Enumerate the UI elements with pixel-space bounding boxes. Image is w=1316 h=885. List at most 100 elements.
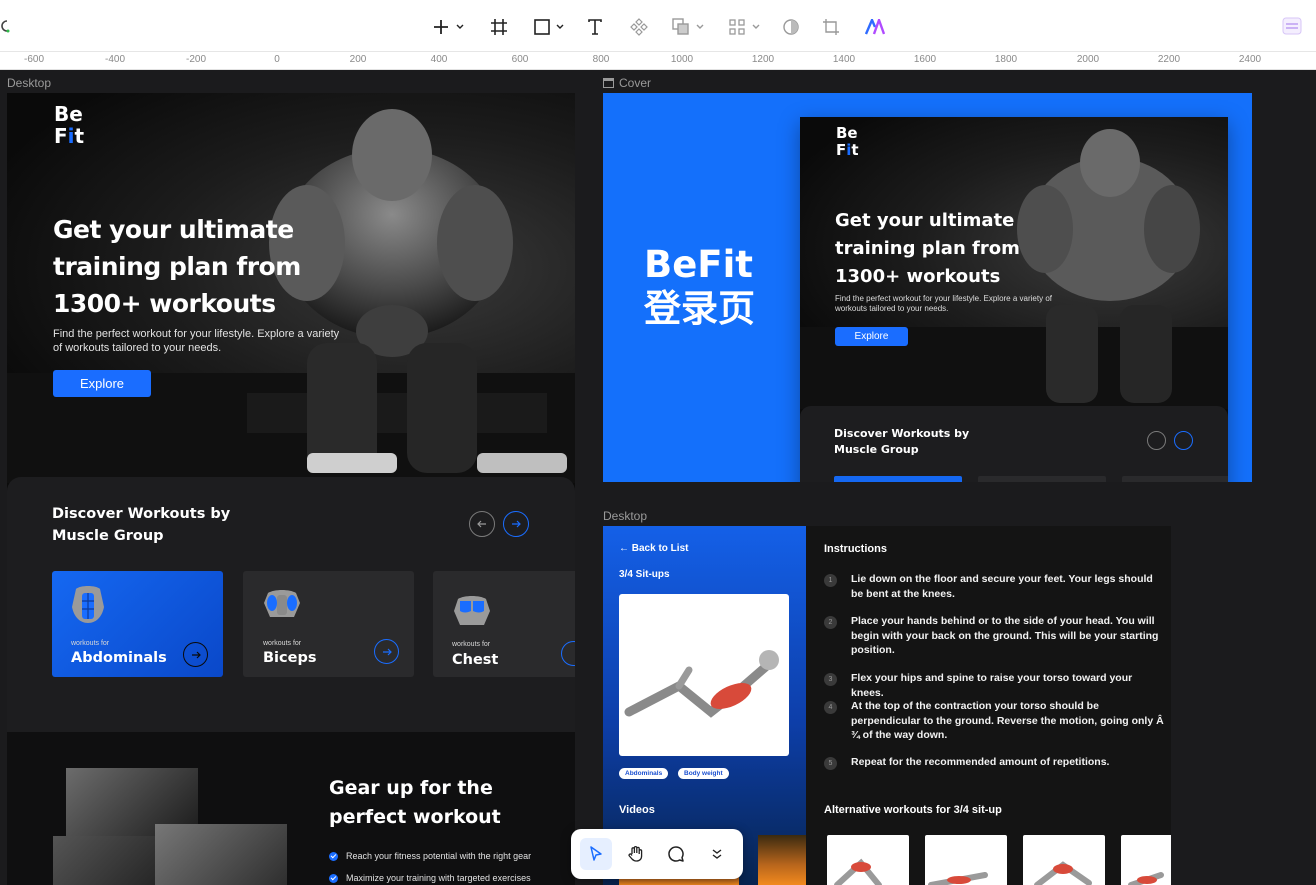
ruler-tick: 1000 (670, 54, 694, 65)
hero-subtitle: Find the perfect workout for your lifest… (53, 328, 340, 354)
shape-tool-button[interactable] (530, 14, 568, 40)
hero-section: Be Fit Get your ultimate training plan f… (7, 93, 575, 483)
crop-tool-button[interactable] (820, 14, 842, 40)
muscle-card-chest[interactable]: workouts for Chest (433, 571, 575, 677)
arrow-right-icon[interactable] (561, 641, 575, 666)
abs-muscle-icon (72, 586, 104, 623)
ruler-tick: 800 (592, 54, 610, 65)
ruler-tick: -200 (185, 54, 207, 65)
more-tools-button[interactable] (701, 838, 733, 870)
collapse-icon[interactable] (0, 18, 10, 34)
text-icon (588, 19, 602, 35)
component-icon (630, 18, 648, 36)
ruler-tick: 1600 (913, 54, 937, 65)
arrow-left-icon (1147, 431, 1166, 450)
landing-page-frame[interactable]: Be Fit Get your ultimate training plan f… (7, 93, 575, 885)
frame-label-desktop[interactable]: Desktop (7, 76, 51, 90)
alternative-workout-card[interactable] (827, 835, 909, 885)
alternative-workout-card[interactable] (1023, 835, 1105, 885)
muscle-card-abdominals[interactable]: workouts for Abdominals (52, 571, 223, 677)
mini-hero: Be Fit Get your ultimate training plan f… (800, 117, 1228, 409)
arrow-right-icon[interactable] (374, 639, 399, 664)
ruler-tick: 200 (349, 54, 367, 65)
pointer-tool-button[interactable] (580, 838, 612, 870)
explore-button[interactable]: Explore (53, 370, 151, 397)
chevron-down-icon (456, 24, 464, 29)
ruler-tick: 600 (511, 54, 529, 65)
comment-icon (668, 846, 684, 862)
gear-section: Gear up for the perfect workout Reach yo… (7, 732, 575, 885)
boolean-icon (672, 18, 689, 35)
prev-button[interactable] (469, 511, 495, 537)
check-icon (329, 873, 338, 883)
tag-body-weight[interactable]: Body weight (678, 768, 729, 779)
discover-title: Discover Workouts by Muscle Group (52, 506, 231, 544)
arrow-left-icon (477, 520, 486, 528)
frame-tool-button[interactable] (488, 14, 510, 40)
gym-photo (53, 836, 157, 885)
add-tool-button[interactable] (428, 14, 468, 40)
cover-title: BeFit 登录页 (644, 243, 755, 330)
chevron-down-icon (696, 24, 704, 29)
rectangle-icon (534, 19, 550, 35)
exercise-illustration (928, 872, 988, 885)
instruction-step: 5 Repeat for the recommended amount of r… (824, 755, 1164, 770)
gym-photo (155, 824, 287, 885)
mini-hero-subtitle: Find the perfect workout for your lifest… (835, 294, 1052, 313)
instructions-title: Instructions (824, 543, 887, 555)
canvas-tools-bar (571, 829, 743, 879)
component-tool-button[interactable] (628, 14, 650, 40)
text-tool-button[interactable] (584, 14, 606, 40)
add-icon (434, 20, 448, 34)
ai-plugin-button[interactable] (864, 14, 886, 40)
alternative-workout-card[interactable] (925, 835, 1007, 885)
arrow-right-icon (512, 520, 521, 528)
chevron-down-icon (752, 24, 760, 29)
alternative-workout-card[interactable] (1121, 835, 1171, 885)
tag-abdominals[interactable]: Abdominals (619, 768, 669, 779)
ruler-tick: 1400 (832, 54, 856, 65)
hand-icon (628, 846, 643, 862)
cover-frame[interactable]: BeFit 登录页 Be Fit Get your ultimate train… (603, 93, 1252, 482)
hand-tool-button[interactable] (620, 838, 652, 870)
gear-point: Reach your fitness potential with the ri… (329, 851, 531, 861)
back-to-list-link[interactable]: ← Back to List (619, 543, 688, 554)
comment-tool-button[interactable] (660, 838, 692, 870)
frame-label-cover[interactable]: Cover (603, 76, 651, 90)
ruler-tick: 1800 (994, 54, 1018, 65)
boolean-tool-button[interactable] (668, 14, 708, 40)
arrow-right-icon[interactable] (183, 642, 208, 667)
exercise-image (619, 594, 789, 756)
ruler-tick: 2400 (1238, 54, 1262, 65)
instruction-step: 3 Flex your hips and spine to raise your… (824, 671, 1164, 700)
mini-card (1122, 476, 1228, 482)
instruction-step: 1 Lie down on the floor and secure your … (824, 572, 1164, 601)
ruler-tick: 400 (430, 54, 448, 65)
gear-title: Gear up for the perfect workout (329, 777, 501, 828)
ruler-tick: 2000 (1076, 54, 1100, 65)
mini-card (834, 476, 962, 482)
instruction-step: 2 Place your hands behind or to the side… (824, 614, 1164, 658)
mask-tool-button[interactable] (780, 14, 802, 40)
mini-hero-title: Get your ultimate training plan from 130… (835, 210, 1020, 287)
mini-explore-button: Explore (835, 327, 908, 346)
ruler-tick: -400 (104, 54, 126, 65)
menu-icon[interactable] (1280, 14, 1304, 38)
frame-label-detail[interactable]: Desktop (603, 509, 647, 523)
video-thumbnail[interactable] (758, 835, 806, 885)
hero-title: Get your ultimate training plan from 130… (53, 215, 301, 318)
pointer-icon (590, 846, 602, 861)
situp-illustration (624, 650, 779, 718)
align-tool-button[interactable] (724, 14, 764, 40)
biceps-muscle-icon (264, 590, 300, 617)
top-toolbar (0, 0, 1316, 52)
befit-logo[interactable]: Be Fit (54, 103, 84, 147)
arrow-right-icon (1174, 431, 1193, 450)
ruler-tick: -600 (23, 54, 45, 65)
mini-card (978, 476, 1106, 482)
chevron-down-icon (556, 24, 564, 29)
exercise-illustration (1128, 872, 1164, 885)
videos-label: Videos (619, 804, 655, 816)
muscle-card-biceps[interactable]: workouts for Biceps (243, 571, 414, 677)
next-button[interactable] (503, 511, 529, 537)
